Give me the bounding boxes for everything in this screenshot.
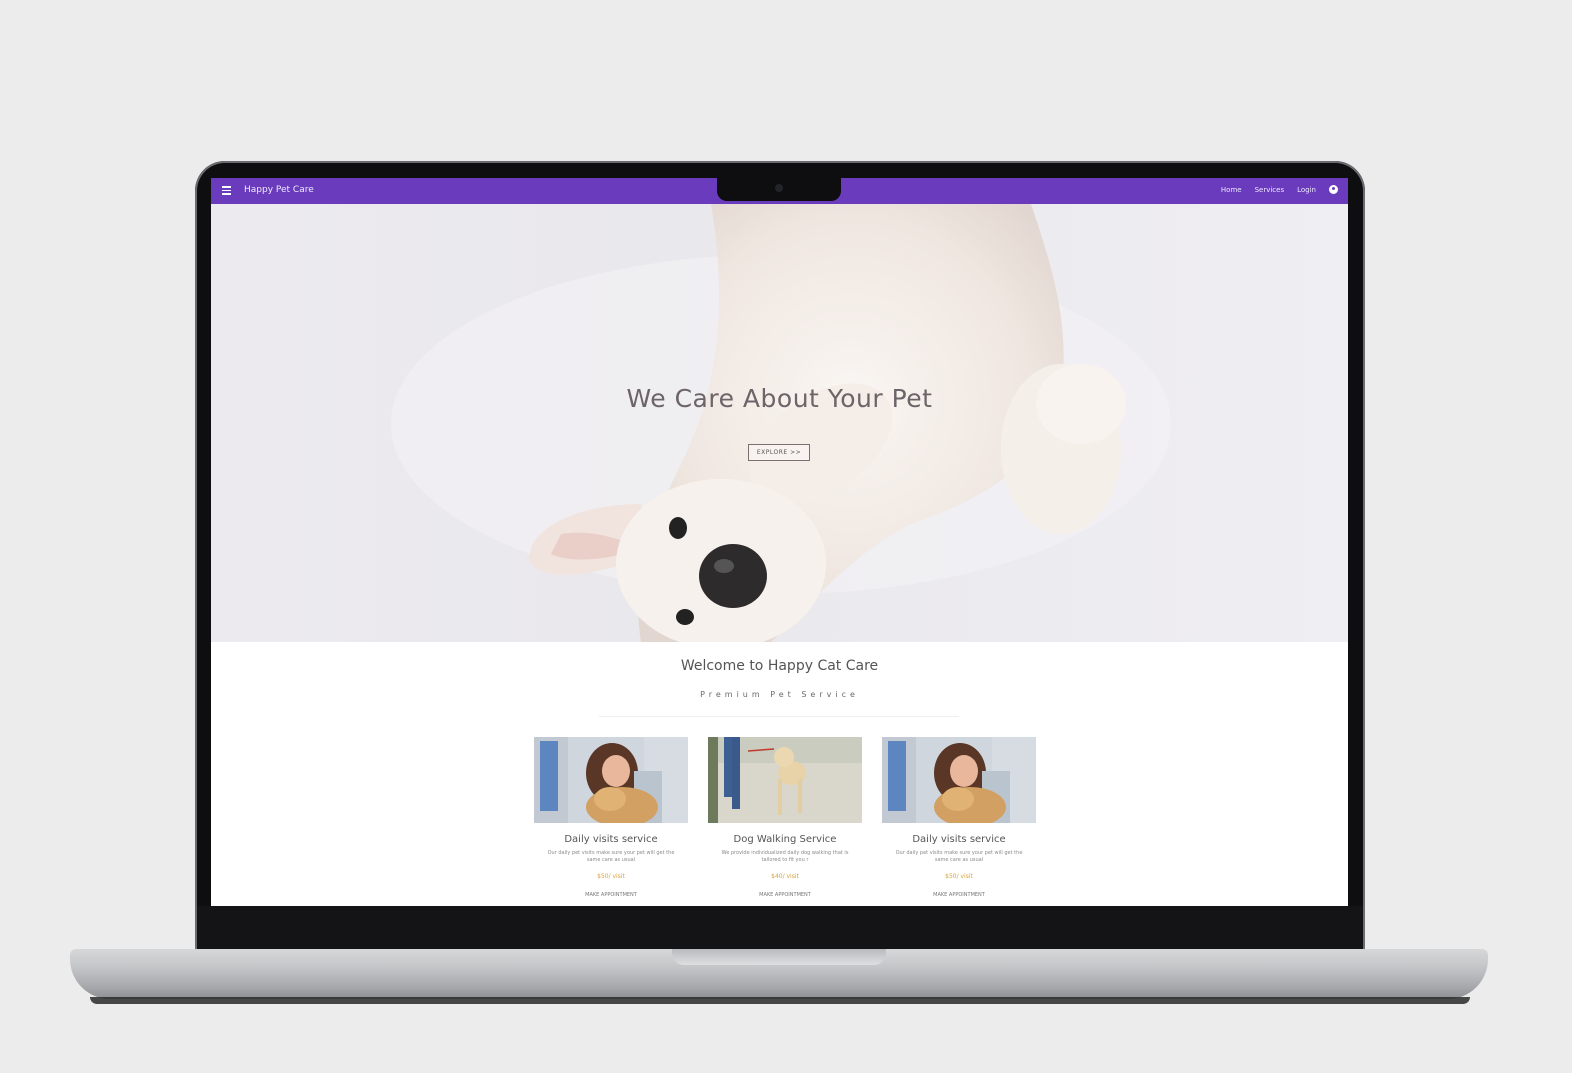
explore-button[interactable]: EXPLORE >> [748, 444, 810, 461]
site-brand[interactable]: Happy Pet Care [244, 185, 314, 195]
welcome-title: Welcome to Happy Cat Care [680, 658, 879, 674]
laptop-base-shadow [90, 997, 1470, 1004]
service-card-dog-walking: Dog Walking Service We provide individua… [708, 737, 862, 898]
hero-title: We Care About Your Pet [626, 384, 933, 413]
nav-home[interactable]: Home [1221, 186, 1242, 194]
hero-banner: We Care About Your Pet EXPLORE >> [211, 204, 1348, 642]
card-title: Dog Walking Service [733, 834, 837, 845]
card-price: $50/ visit [945, 873, 973, 880]
service-card-daily-visits-1: Daily visits service Our daily pet visit… [534, 737, 688, 898]
card-price: $40/ visit [771, 873, 799, 880]
dog-walking-image [708, 737, 862, 823]
account-circle-icon[interactable] [1329, 185, 1338, 194]
woman-hugging-dog-image [534, 737, 688, 827]
make-appointment-link[interactable]: MAKE APPOINTMENT [882, 892, 1036, 898]
card-description: Our daily pet visits make sure your pet … [547, 850, 675, 863]
laptop-base-notch [672, 949, 886, 965]
woman-hugging-dog-image [882, 737, 1036, 827]
card-title: Daily visits service [912, 834, 1006, 845]
camera-icon [775, 184, 783, 192]
section-divider [599, 716, 959, 717]
nav-login[interactable]: Login [1297, 186, 1316, 194]
hamburger-icon[interactable] [222, 186, 231, 195]
site-nav: Home Services Login [1221, 185, 1338, 194]
card-description: Our daily pet visits make sure your pet … [895, 850, 1023, 863]
card-title: Daily visits service [564, 834, 658, 845]
nav-services[interactable]: Services [1255, 186, 1285, 194]
make-appointment-link[interactable]: MAKE APPOINTMENT [708, 892, 862, 898]
card-description: We provide individualized daily dog walk… [721, 850, 849, 863]
puppy-image [391, 204, 1171, 642]
laptop-chin [197, 906, 1363, 950]
make-appointment-link[interactable]: MAKE APPOINTMENT [534, 892, 688, 898]
service-card-daily-visits-2: Daily visits service Our daily pet visit… [882, 737, 1036, 898]
welcome-subtitle: Premium Pet Service [700, 690, 859, 699]
laptop-screen: Happy Pet Care Home Services Login We Ca… [211, 178, 1348, 906]
card-price: $50/ visit [597, 873, 625, 880]
